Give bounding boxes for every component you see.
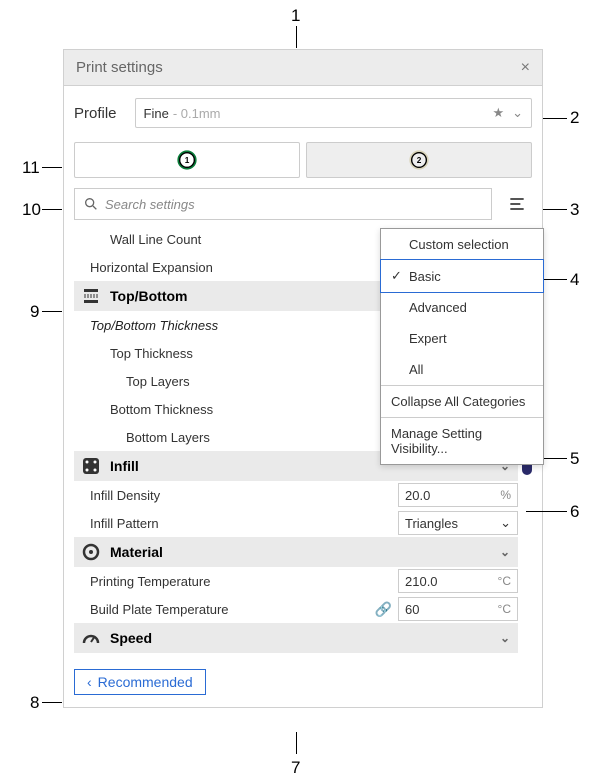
setting-bed-temp: Build Plate Temperature 🔗 60 °C — [74, 595, 518, 623]
value-input[interactable]: 210.0 °C — [398, 569, 518, 593]
infill-icon — [82, 457, 100, 475]
category-label: Infill — [110, 458, 139, 474]
search-placeholder: Search settings — [105, 197, 195, 212]
search-icon — [83, 196, 99, 212]
category-label: Material — [110, 544, 163, 560]
recommended-label: Recommended — [98, 674, 193, 690]
extruder-tabs: 1 2 — [74, 142, 532, 178]
setting-label: Infill Pattern — [90, 516, 398, 531]
tab-extruder-1[interactable]: 1 — [74, 142, 300, 178]
vis-custom[interactable]: Custom selection — [381, 229, 543, 260]
svg-text:1: 1 — [185, 156, 190, 165]
chevron-left-icon: ‹ — [87, 674, 92, 690]
callout: 3 — [570, 200, 579, 220]
svg-text:2: 2 — [417, 156, 422, 165]
callout: 1 — [291, 6, 300, 26]
callout: 6 — [570, 502, 579, 522]
category-speed[interactable]: Speed ⌄ — [74, 623, 518, 653]
value-input[interactable]: 20.0% — [398, 483, 518, 507]
value: Triangles — [405, 516, 458, 531]
profile-actions: ★ ⌄ — [492, 105, 523, 121]
material-icon — [82, 543, 100, 561]
setting-label: Printing Temperature — [90, 574, 398, 589]
vis-advanced[interactable]: Advanced — [381, 292, 543, 323]
profile-sub: - 0.1mm — [173, 106, 221, 121]
category-label: Speed — [110, 630, 152, 646]
callout: 8 — [30, 693, 39, 713]
star-icon[interactable]: ★ — [492, 105, 504, 121]
extruder-icon: 2 — [408, 149, 430, 171]
visibility-menu-button[interactable] — [502, 189, 532, 219]
setting-infill-pattern: Infill Pattern Triangles ⌄ — [74, 509, 518, 537]
callout: 5 — [570, 449, 579, 469]
unit: °C — [498, 574, 511, 588]
value: 60 — [405, 602, 419, 617]
vis-manage[interactable]: Manage Setting Visibility... — [381, 417, 543, 464]
speed-icon — [82, 629, 100, 647]
chevron-down-icon: ⌄ — [500, 631, 510, 645]
category-label: Top/Bottom — [110, 288, 188, 304]
category-material[interactable]: Material ⌄ — [74, 537, 518, 567]
menu-lines-icon — [507, 194, 527, 214]
callout: 10 — [22, 200, 41, 220]
tab-extruder-2[interactable]: 2 — [306, 142, 532, 178]
unit: % — [500, 488, 511, 502]
search-input[interactable]: Search settings — [74, 188, 492, 220]
callout: 7 — [291, 758, 300, 778]
unit: °C — [498, 602, 511, 616]
value: 210.0 — [405, 574, 438, 589]
vis-expert[interactable]: Expert — [381, 323, 543, 354]
value: 20.0 — [405, 488, 430, 503]
vis-basic[interactable]: ✓Basic — [380, 259, 544, 293]
dropdown[interactable]: Triangles ⌄ — [398, 511, 518, 535]
check-icon: ✓ — [391, 268, 403, 284]
visibility-menu: Custom selection ✓Basic Advanced Expert … — [380, 228, 544, 465]
panel-title: Print settings — [76, 59, 163, 76]
profile-name: Fine — [144, 106, 169, 121]
profile-row: Profile Fine - 0.1mm ★ ⌄ — [74, 98, 532, 128]
setting-print-temp: Printing Temperature 210.0 °C — [74, 567, 518, 595]
callout: 4 — [570, 270, 579, 290]
value-input[interactable]: 60 °C — [398, 597, 518, 621]
topbottom-icon — [82, 287, 100, 305]
search-row: Search settings — [74, 188, 532, 220]
close-icon[interactable]: × — [521, 59, 530, 77]
vis-collapse[interactable]: Collapse All Categories — [381, 385, 543, 417]
vis-all[interactable]: All — [381, 354, 543, 385]
setting-label: Build Plate Temperature — [90, 602, 375, 617]
profile-select[interactable]: Fine - 0.1mm ★ ⌄ — [135, 98, 532, 128]
panel-footer: ‹ Recommended — [64, 661, 542, 707]
recommended-button[interactable]: ‹ Recommended — [74, 669, 206, 695]
chevron-down-icon[interactable]: ⌄ — [512, 105, 523, 121]
profile-label: Profile — [74, 105, 117, 122]
callout: 11 — [22, 158, 40, 178]
titlebar: Print settings × — [64, 50, 542, 86]
callout: 9 — [30, 302, 39, 322]
link-icon[interactable]: 🔗 — [375, 601, 392, 618]
chevron-down-icon: ⌄ — [500, 545, 510, 559]
setting-infill-density: Infill Density 20.0% — [74, 481, 518, 509]
chevron-down-icon: ⌄ — [500, 515, 511, 531]
extruder-icon: 1 — [176, 149, 198, 171]
callout: 2 — [570, 108, 579, 128]
setting-label: Infill Density — [90, 488, 398, 503]
